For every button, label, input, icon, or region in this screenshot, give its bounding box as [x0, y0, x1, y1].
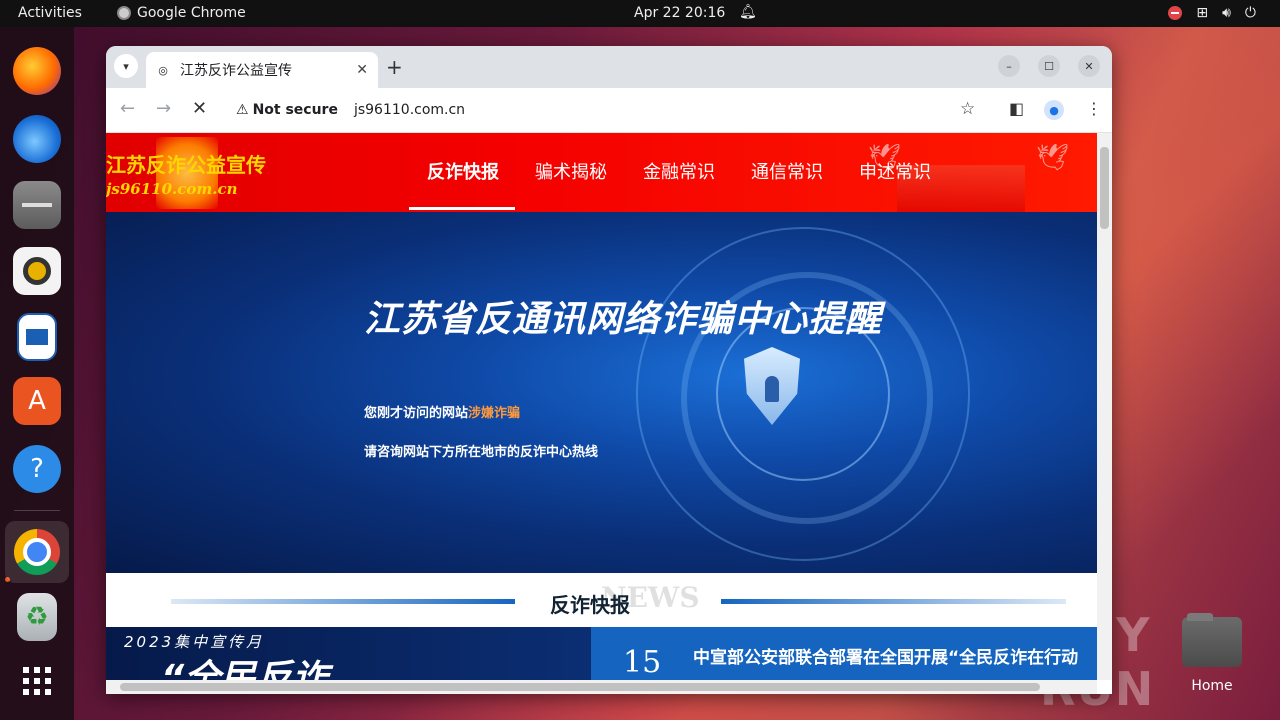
chrome-small-icon — [117, 6, 131, 20]
tab-title: 江苏反诈公益宣传 — [180, 63, 292, 79]
maximize-button[interactable]: ☐ — [1038, 55, 1060, 77]
tab-strip: ▾ ◎ 江苏反诈公益宣传 ✕ + – ☐ ✕ — [106, 46, 1112, 88]
nav-item-scam-reveal[interactable]: 骗术揭秘 — [517, 133, 625, 212]
files-icon[interactable] — [13, 181, 61, 229]
banner-title: 江苏省反通讯网络诈骗中心提醒 — [364, 299, 883, 340]
site-domain: js96110.com.cn — [106, 180, 238, 198]
chrome-window: ▾ ◎ 江苏反诈公益宣传 ✕ + – ☐ ✕ ← → ✕ ⚠ Not secur… — [106, 46, 1112, 694]
trash-icon[interactable]: ♻ — [17, 593, 57, 641]
tab-search-button[interactable]: ▾ — [114, 54, 138, 78]
site-header: 江苏反诈公益宣传 js96110.com.cn 🕊︎ 🕊︎ 反诈快报 骗术揭秘 … — [106, 133, 1097, 212]
new-tab-button[interactable]: + — [386, 55, 403, 79]
news-feature-image[interactable]: 2023集中宣传月 “全民反诈 — [106, 627, 591, 680]
volume-icon: 🔊︎ — [1222, 5, 1231, 21]
app-menu[interactable]: Google Chrome — [117, 5, 246, 21]
browser-toolbar: ← → ✕ ⚠ Not secure js96110.com.cn ☆ ◧ ● … — [106, 88, 1112, 133]
news-day: 15 — [623, 645, 662, 680]
dock: A ? ♻ — [0, 27, 74, 720]
news-divider-right — [721, 599, 1066, 604]
firefox-icon[interactable] — [13, 47, 61, 95]
nav-item-appeal[interactable]: 申述常识 — [841, 133, 949, 212]
help-icon[interactable]: ? — [13, 445, 61, 493]
news-divider-left — [171, 599, 515, 604]
dock-separator — [14, 510, 60, 511]
news-section-header: NEWS 反诈快报 — [106, 573, 1097, 627]
site-nav: 反诈快报 骗术揭秘 金融常识 通信常识 申述常识 — [409, 133, 949, 212]
banner-warning-prefix: 您刚才访问的网站 — [364, 406, 469, 421]
banner-warning-line: 您刚才访问的网站涉嫌诈骗 — [364, 402, 520, 421]
close-window-button[interactable]: ✕ — [1078, 55, 1100, 77]
address-bar[interactable]: ⚠ Not secure js96110.com.cn — [226, 93, 994, 127]
url-text: js96110.com.cn — [353, 102, 466, 118]
forward-button[interactable]: → — [156, 98, 171, 119]
banner-warning-highlight: 涉嫌诈骗 — [468, 406, 521, 421]
back-button[interactable]: ← — [120, 98, 135, 119]
network-icon: ⊞ — [1196, 5, 1209, 21]
chrome-menu-icon[interactable]: ⋮ — [1086, 99, 1102, 118]
side-panel-icon[interactable]: ◧ — [1009, 99, 1024, 118]
tab-close-icon[interactable]: ✕ — [356, 62, 368, 78]
do-not-disturb-icon — [1168, 6, 1183, 20]
horizontal-scrollbar[interactable] — [106, 680, 1097, 694]
vertical-scrollbar[interactable] — [1097, 133, 1112, 680]
activities-button[interactable]: Activities — [18, 5, 82, 21]
banner-advice-line: 请咨询网站下方所在地市的反诈中心热线 — [364, 445, 599, 460]
rhythmbox-icon[interactable] — [13, 247, 61, 295]
profile-avatar-icon[interactable]: ● — [1044, 100, 1064, 120]
site-title[interactable]: 江苏反诈公益宣传 — [106, 149, 266, 178]
system-tray[interactable]: ⊞ 🔊︎ ⏻ — [1168, 5, 1256, 21]
news-item[interactable]: 15 中宣部公安部联合部署在全国开展“全民反诈在行动 — [591, 627, 1097, 680]
news-image-caption-big: “全民反诈 — [161, 658, 329, 680]
news-headline[interactable]: 中宣部公安部联合部署在全国开展“全民反诈在行动 — [693, 643, 1078, 668]
minimize-button[interactable]: – — [998, 55, 1020, 77]
tab-favicon-icon: ◎ — [158, 63, 168, 77]
dove-icon-right: 🕊︎ — [1036, 143, 1070, 173]
thunderbird-icon[interactable] — [13, 115, 61, 163]
clock[interactable]: Apr 22 20:16 — [634, 5, 725, 21]
show-apps-icon[interactable] — [13, 657, 61, 705]
news-section-title: 反诈快报 — [550, 593, 630, 617]
warning-icon: ⚠ — [236, 102, 249, 118]
bookmark-star-icon[interactable]: ☆ — [960, 99, 975, 119]
chrome-icon[interactable] — [5, 521, 69, 583]
bell-icon[interactable]: 🔔︎ — [739, 4, 757, 20]
page-viewport: 江苏反诈公益宣传 js96110.com.cn 🕊︎ 🕊︎ 反诈快报 骗术揭秘 … — [106, 133, 1097, 680]
app-menu-label: Google Chrome — [137, 5, 246, 21]
tab-active[interactable]: ◎ 江苏反诈公益宣传 ✕ — [146, 52, 378, 88]
warning-banner: 江苏省反通讯网络诈骗中心提醒 您刚才访问的网站涉嫌诈骗 请咨询网站下方所在地市的… — [106, 212, 1097, 573]
security-label: Not secure — [252, 102, 338, 118]
nav-item-anti-fraud-news[interactable]: 反诈快报 — [409, 133, 517, 212]
system-top-bar: Activities Google Chrome Apr 22 20:16 🔔︎… — [0, 0, 1280, 27]
power-icon: ⏻ — [1244, 5, 1256, 21]
app-center-icon[interactable]: A — [13, 377, 61, 425]
libreoffice-writer-icon[interactable] — [17, 313, 57, 361]
security-indicator[interactable]: ⚠ Not secure — [236, 102, 338, 118]
nav-item-finance[interactable]: 金融常识 — [625, 133, 733, 212]
stop-loading-button[interactable]: ✕ — [192, 98, 207, 119]
nav-item-telecom[interactable]: 通信常识 — [733, 133, 841, 212]
